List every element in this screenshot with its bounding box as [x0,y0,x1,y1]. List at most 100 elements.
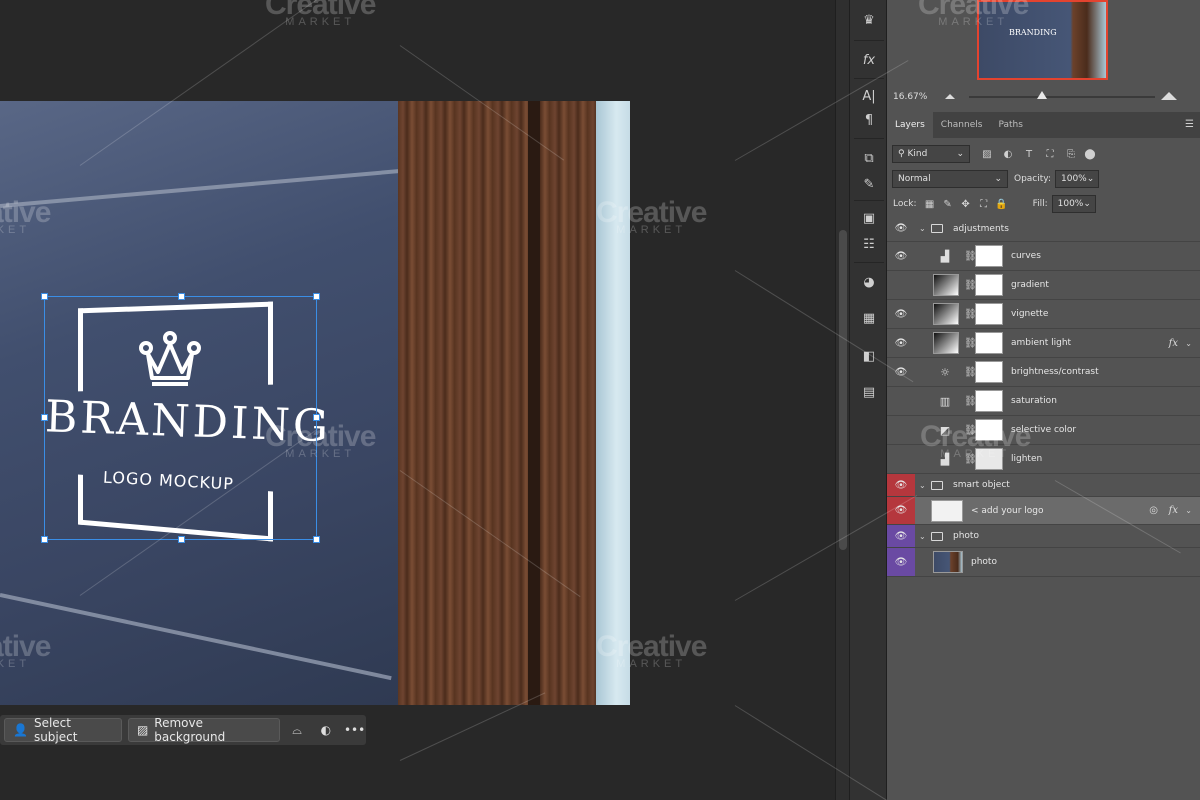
remove-background-button[interactable]: ▨ Remove background [127,716,280,744]
layer-row-smart-object-group[interactable]: 👁 ⌄ smart object [887,474,1200,497]
handle-bottom-right[interactable] [313,536,320,543]
handle-top-center[interactable] [178,293,185,300]
layer-row-add-your-logo[interactable]: 👁 < add your logo ◎ fx ⌄ [887,497,1200,525]
filter-pixel-icon[interactable]: ▨ [980,147,994,161]
lock-all-icon[interactable]: 🔒 [995,197,1009,211]
opacity-field[interactable]: 100% ⌄ [1055,170,1099,188]
layer-row-vignette[interactable]: 👁 ⛓ vignette [887,300,1200,329]
scrollbar-thumb[interactable] [839,230,847,550]
visibility-eye-icon[interactable]: 👁 [887,358,915,386]
tab-channels[interactable]: Channels [933,112,991,138]
visibility-eye-icon[interactable]: 👁 [887,548,915,576]
filter-toggle-icon[interactable]: ⬤ [1083,147,1097,161]
lock-artboard-icon[interactable]: ⛶ [977,197,991,211]
lock-image-icon[interactable]: ✎ [941,197,955,211]
zoom-slider[interactable] [969,91,1155,99]
brush-settings-icon[interactable]: ✎ [857,172,881,196]
handle-middle-right[interactable] [313,414,320,421]
panel-menu-icon[interactable]: ☰ [1185,119,1194,130]
smart-filter-icon[interactable]: ◎ [1149,505,1158,516]
handle-middle-left[interactable] [41,414,48,421]
layer-mask-thumbnail[interactable] [975,419,1003,441]
clone-source-icon[interactable]: ⧉ [857,146,881,170]
layer-row-curves[interactable]: 👁 ▟ ⛓ curves [887,242,1200,271]
visibility-empty-box[interactable] [887,416,915,444]
layer-mask-thumbnail[interactable] [975,245,1003,267]
layer-mask-thumbnail[interactable] [975,361,1003,383]
filter-shape-icon[interactable]: ⛶ [1043,147,1057,161]
visibility-eye-icon[interactable]: 👁 [887,497,915,524]
visibility-empty-box[interactable] [887,445,915,473]
zoom-out-icon[interactable] [945,94,955,99]
visibility-eye-icon[interactable]: 👁 [887,300,915,328]
properties-icon[interactable]: ☷ [857,232,881,256]
color-palette-icon[interactable]: ◕ [857,270,881,294]
chevron-down-icon[interactable]: ⌄ [919,481,926,490]
adjustment-circle-icon[interactable]: ◐ [314,718,337,742]
transform-bounding-box[interactable] [41,293,320,543]
filter-kind-dropdown[interactable]: ⚲ Kind ⌄ [892,145,970,163]
handle-top-right[interactable] [313,293,320,300]
filter-type-icon[interactable]: T [1022,147,1036,161]
smart-object-thumbnail[interactable] [931,499,963,522]
layer-row-photo-group[interactable]: 👁 ⌄ photo [887,525,1200,548]
layer-row-saturation[interactable]: ▥ ⛓ saturation [887,387,1200,416]
photo-thumbnail[interactable] [933,551,963,573]
chevron-down-icon[interactable]: ⌄ [1185,506,1192,515]
handle-bottom-center[interactable] [178,536,185,543]
visibility-empty-box[interactable] [887,271,915,299]
layer-effects-fx-icon[interactable]: fx [1169,505,1178,516]
layer-row-brightness-contrast[interactable]: 👁 ☼ ⛓ brightness/contrast [887,358,1200,387]
layer-row-gradient[interactable]: ⛓ gradient [887,271,1200,300]
blend-mode-dropdown[interactable]: Normal ⌄ [892,170,1008,188]
styles-fx-icon[interactable]: fx [857,48,881,72]
fill-field[interactable]: 100% ⌄ [1051,195,1096,213]
filter-smart-object-icon[interactable]: ⎘ [1064,147,1078,161]
tab-paths[interactable]: Paths [990,112,1030,138]
canvas-vertical-scrollbar[interactable] [835,0,849,800]
lock-transparent-icon[interactable]: ▦ [923,197,937,211]
layer-row-adjustments-group[interactable]: 👁 ⌄ adjustments [887,216,1200,242]
document-canvas[interactable]: BRANDING LOGO MOCKUP 👤 Select subject ▨ … [0,0,835,800]
layer-mask-thumbnail[interactable] [975,274,1003,296]
chevron-down-icon[interactable]: ⌄ [919,224,926,233]
toolstrip-separator [854,40,884,41]
swatches-icon[interactable]: ▦ [857,306,881,330]
handle-bottom-left[interactable] [41,536,48,543]
layer-row-lighten[interactable]: ▟ ⛓ lighten [887,445,1200,474]
image-panel-icon[interactable]: ▣ [857,206,881,230]
folder-icon [931,224,943,233]
visibility-eye-icon[interactable]: 👁 [887,525,915,547]
transform-icon[interactable]: ⌓ [286,718,309,742]
visibility-eye-icon[interactable]: 👁 [887,474,915,496]
layer-mask-thumbnail[interactable] [975,332,1003,354]
visibility-eye-icon[interactable]: 👁 [887,242,915,270]
zoom-in-icon[interactable] [1161,92,1177,100]
layer-row-photo[interactable]: 👁 photo [887,548,1200,577]
chevron-down-icon[interactable]: ⌄ [1185,339,1192,348]
layer-mask-thumbnail[interactable] [975,390,1003,412]
filter-adjustment-icon[interactable]: ◐ [1001,147,1015,161]
zoom-level[interactable]: 16.67% [893,92,927,102]
zoom-slider-knob[interactable] [1037,91,1047,99]
paragraph-icon[interactable]: ¶ [857,108,881,132]
layer-row-ambient-light[interactable]: 👁 ⛓ ambient light fx ⌄ [887,329,1200,358]
patterns-icon[interactable]: ▤ [857,380,881,404]
navigator-thumbnail[interactable]: BRANDING [977,0,1108,80]
chevron-down-icon[interactable]: ⌄ [919,532,926,541]
layer-effects-fx-icon[interactable]: fx [1169,338,1178,349]
lock-position-icon[interactable]: ✥ [959,197,973,211]
visibility-empty-box[interactable] [887,387,915,415]
character-icon[interactable]: A| [857,84,881,108]
visibility-eye-icon[interactable]: 👁 [887,216,915,241]
gradients-icon[interactable]: ◧ [857,344,881,368]
layer-mask-thumbnail[interactable] [975,303,1003,325]
handle-top-left[interactable] [41,293,48,300]
visibility-eye-icon[interactable]: 👁 [887,329,915,357]
layer-row-selective-color[interactable]: ◩ ⛓ selective color [887,416,1200,445]
histogram-icon[interactable]: ♛ [857,8,881,32]
layer-mask-thumbnail[interactable] [975,448,1003,470]
select-subject-button[interactable]: 👤 Select subject [4,716,122,744]
tab-layers[interactable]: Layers [887,112,933,138]
more-options-icon[interactable]: ••• [343,718,366,742]
